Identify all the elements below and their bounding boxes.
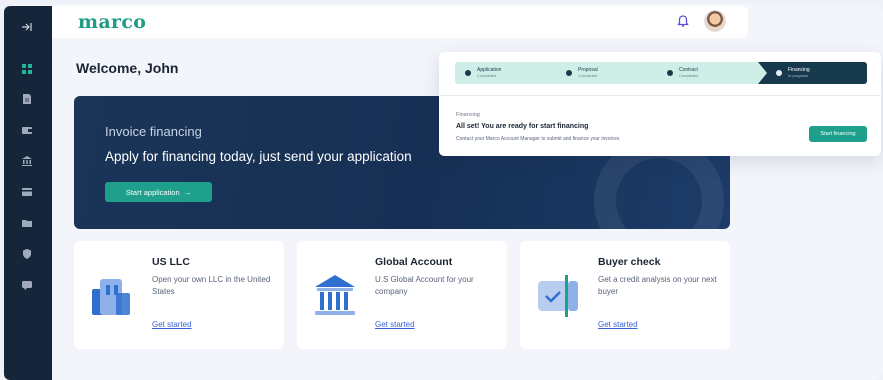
panel-divider <box>439 95 881 96</box>
collapse-icon[interactable] <box>20 20 34 34</box>
bell-icon[interactable] <box>676 14 690 28</box>
card-title: Buyer check <box>598 256 661 268</box>
card-buyer-check: Buyer check Get a credit analysis on you… <box>520 241 730 349</box>
step-contract: Contract Completed <box>657 62 758 84</box>
card-title: Global Account <box>375 256 453 268</box>
step-complete-icon <box>465 70 471 76</box>
dashboard-icon[interactable] <box>20 62 34 76</box>
document-icon[interactable] <box>20 92 34 106</box>
progress-stepper: Application Completed Proposal Completed… <box>455 62 867 84</box>
building-icon <box>88 271 136 319</box>
step-complete-icon <box>566 70 572 76</box>
step-state: In progress <box>788 73 809 78</box>
chat-icon[interactable] <box>20 278 34 292</box>
start-application-label: Start application <box>125 187 180 197</box>
card-description: Open your own LLC in the United States <box>152 275 271 296</box>
card-global-account: Global Account U.S Global Account for yo… <box>297 241 507 349</box>
arrow-right-icon: → <box>183 187 192 197</box>
bank-icon[interactable] <box>20 154 34 168</box>
panel-label: Financing <box>456 112 480 118</box>
step-current-icon <box>776 70 782 76</box>
card-description: Get a credit analysis on your next buyer <box>598 275 717 296</box>
step-state: Completed <box>679 73 699 78</box>
hero-title: Apply for financing today, just send you… <box>105 149 412 164</box>
folder-icon[interactable] <box>20 216 34 230</box>
get-started-link[interactable]: Get started <box>375 320 415 329</box>
step-application: Application Completed <box>455 62 556 84</box>
start-financing-button[interactable]: Start financing <box>809 126 867 142</box>
wallet-icon[interactable] <box>20 123 34 137</box>
card-description: U.S Global Account for your company <box>375 275 474 296</box>
start-application-button[interactable]: Start application → <box>105 182 212 202</box>
financing-progress-panel: Application Completed Proposal Completed… <box>439 52 881 156</box>
user-avatar[interactable] <box>704 10 726 32</box>
card-us-llc: US LLC Open your own LLC in the United S… <box>74 241 284 349</box>
check-document-icon <box>534 271 582 319</box>
welcome-heading: Welcome, John <box>76 60 179 76</box>
step-state: Completed <box>578 73 598 78</box>
get-started-link[interactable]: Get started <box>598 320 638 329</box>
get-started-link[interactable]: Get started <box>152 320 192 329</box>
top-bar: marco <box>52 6 748 38</box>
bank-icon <box>311 271 359 319</box>
panel-title: All set! You are ready for start financi… <box>456 123 589 130</box>
brand-logo[interactable]: marco <box>78 11 146 33</box>
step-state: Completed <box>477 73 497 78</box>
step-financing: Financing In progress <box>758 62 867 84</box>
panel-description: Contact your Marco Account Manager to su… <box>456 136 620 142</box>
card-title: US LLC <box>152 256 190 268</box>
card-icon[interactable] <box>20 185 34 199</box>
shield-icon[interactable] <box>20 247 34 261</box>
step-complete-icon <box>667 70 673 76</box>
sidebar <box>4 6 52 380</box>
hero-subtitle: Invoice financing <box>105 124 202 139</box>
step-proposal: Proposal Completed <box>556 62 657 84</box>
